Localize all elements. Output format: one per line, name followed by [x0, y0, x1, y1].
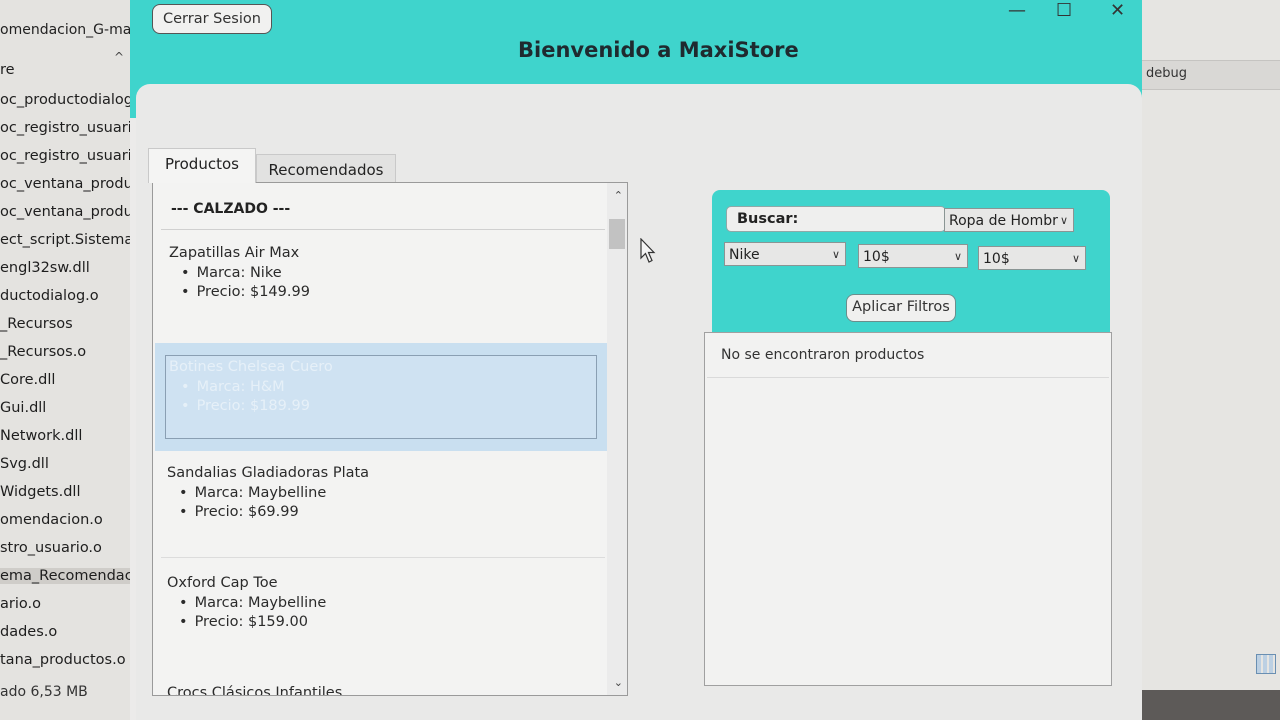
background-ide-panel: debug: [1140, 0, 1280, 690]
product-name: Zapatillas Air Max: [169, 245, 300, 261]
apply-filters-button[interactable]: Aplicar Filtros: [846, 294, 956, 322]
category-select-value: Ropa de Hombr: [949, 213, 1058, 229]
file-item[interactable]: ario.o: [0, 596, 41, 612]
product-brand: Marca: Nike: [169, 265, 310, 281]
divider: [161, 557, 605, 558]
explorer-title: omendacion_G-ma: [0, 22, 132, 38]
search-input[interactable]: Buscar:: [726, 206, 946, 232]
debug-label: debug: [1146, 66, 1187, 81]
category-header: --- CALZADO ---: [171, 201, 291, 217]
product-price: Precio: $69.99: [167, 504, 369, 520]
brand-select-value: Nike: [729, 247, 760, 263]
file-item[interactable]: Core.dll: [0, 372, 55, 388]
scroll-thumb[interactable]: [609, 219, 625, 249]
chevron-down-icon: ∨: [1071, 252, 1080, 265]
file-item[interactable]: oc_ventana_produc: [0, 204, 132, 220]
price-max-value: 10$: [983, 251, 1010, 267]
chevron-down-icon: ∨: [1059, 214, 1068, 227]
chevron-down-icon[interactable]: ⌄: [614, 676, 623, 689]
minimize-icon[interactable]: —: [1008, 0, 1026, 21]
file-item[interactable]: oc_productodialog.: [0, 92, 132, 108]
file-item[interactable]: omendacion.o: [0, 512, 103, 528]
file-item[interactable]: Widgets.dll: [0, 484, 81, 500]
product-name: Sandalias Gladiadoras Plata: [167, 465, 370, 481]
filter-panel: Buscar: Ropa de Hombr ∨ Nike ∨ 10$ ∨ 10$…: [712, 190, 1110, 336]
chevron-down-icon: ∨: [831, 248, 840, 261]
price-max-select[interactable]: 10$ ∨: [978, 246, 1086, 270]
product-name: Oxford Cap Toe: [167, 575, 278, 591]
product-list[interactable]: --- CALZADO --- Zapatillas Air Max Marca…: [152, 182, 628, 696]
grid-view-icon[interactable]: [1256, 654, 1276, 674]
product-name: Crocs Clásicos Infantiles: [167, 685, 343, 696]
file-item[interactable]: Gui.dll: [0, 400, 46, 416]
chevron-up-icon: ^: [114, 50, 125, 64]
product-price: Precio: $189.99: [169, 398, 333, 414]
product-price: Precio: $149.99: [169, 284, 310, 300]
page-title: Bienvenido a MaxiStore: [518, 38, 799, 62]
tab-productos[interactable]: Productos: [148, 148, 256, 183]
maxistore-window: Cerrar Sesion Bienvenido a MaxiStore — ☐…: [130, 0, 1142, 720]
product-brand: Marca: Maybelline: [167, 485, 369, 501]
list-item[interactable]: Oxford Cap Toe Marca: Maybelline Precio:…: [167, 575, 326, 633]
product-price: Precio: $159.00: [167, 614, 326, 630]
list-item[interactable]: Crocs Clásicos Infantiles: [167, 685, 343, 696]
product-brand: Marca: H&M: [169, 379, 333, 395]
maximize-icon[interactable]: ☐: [1056, 0, 1072, 21]
list-item-selected[interactable]: Botines Chelsea Cuero Marca: H&M Precio:…: [169, 359, 333, 417]
product-name: Botines Chelsea Cuero: [169, 359, 333, 375]
file-item[interactable]: _Recursos: [0, 316, 73, 332]
mouse-cursor-icon: [640, 238, 656, 263]
close-icon[interactable]: ✕: [1110, 0, 1125, 21]
file-item-selected[interactable]: ema_Recomendac: [0, 568, 132, 584]
file-item[interactable]: dades.o: [0, 624, 57, 640]
background-file-explorer: omendacion_G-ma ^ re oc_productodialog. …: [0, 0, 132, 720]
list-item[interactable]: Zapatillas Air Max Marca: Nike Precio: $…: [169, 245, 310, 303]
chevron-down-icon: ∨: [953, 250, 962, 263]
file-item[interactable]: re: [0, 62, 15, 78]
price-min-value: 10$: [863, 249, 890, 265]
brand-select[interactable]: Nike ∨: [724, 242, 846, 266]
divider: [161, 229, 605, 230]
list-scrollbar[interactable]: ⌃ ⌄: [607, 183, 627, 695]
file-item[interactable]: engl32sw.dll: [0, 260, 90, 276]
file-item[interactable]: Svg.dll: [0, 456, 49, 472]
results-list[interactable]: No se encontraron productos: [704, 332, 1112, 686]
tab-recomendados[interactable]: Recomendados: [256, 154, 396, 185]
price-min-select[interactable]: 10$ ∨: [858, 244, 968, 268]
file-item[interactable]: _Recursos.o: [0, 344, 86, 360]
file-item[interactable]: ductodialog.o: [0, 288, 99, 304]
list-item[interactable]: Sandalias Gladiadoras Plata Marca: Maybe…: [167, 465, 369, 523]
file-item[interactable]: stro_usuario.o: [0, 540, 102, 556]
file-item[interactable]: oc_registro_usuario: [0, 120, 132, 136]
file-item[interactable]: oc_ventana_produc: [0, 176, 132, 192]
results-empty-message: No se encontraron productos: [721, 347, 925, 363]
chevron-up-icon[interactable]: ⌃: [614, 189, 623, 202]
explorer-status: ado 6,53 MB: [0, 684, 88, 700]
logout-button[interactable]: Cerrar Sesion: [152, 4, 272, 34]
product-brand: Marca: Maybelline: [167, 595, 327, 611]
divider: [707, 377, 1109, 378]
file-item[interactable]: tana_productos.o: [0, 652, 126, 668]
file-item[interactable]: Network.dll: [0, 428, 82, 444]
file-item[interactable]: ect_script.Sistema_: [0, 232, 132, 248]
category-select[interactable]: Ropa de Hombr ∨: [944, 208, 1074, 232]
file-item[interactable]: oc_registro_usuario: [0, 148, 132, 164]
